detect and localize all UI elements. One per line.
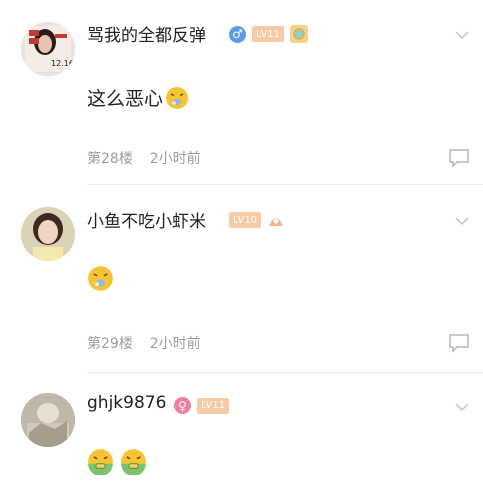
- reply-icon[interactable]: [448, 333, 470, 353]
- comment-meta: 第28楼 2小时前: [87, 148, 201, 168]
- sick-face-emoji: [88, 449, 113, 475]
- floor-number: 第29楼: [87, 336, 133, 352]
- comment-item: 12.16 骂我的全都反弹 ♂ LV11 这么恶心 第28楼 2小时前: [0, 0, 483, 185]
- username[interactable]: ghjk9876: [87, 393, 166, 413]
- level-badge: LV11: [197, 397, 230, 414]
- chevron-down-icon[interactable]: [453, 212, 471, 230]
- level-badge: LV11: [252, 26, 285, 42]
- avatar-image: [21, 207, 75, 261]
- comment-item: ghjk9876 ♀ LV11: [0, 373, 483, 501]
- avatar-image: [21, 393, 75, 447]
- reply-icon[interactable]: [448, 148, 470, 168]
- svg-text:12.16: 12.16: [51, 59, 74, 68]
- avatar[interactable]: [21, 207, 75, 261]
- vomit-face-emoji: [88, 266, 113, 291]
- chevron-down-icon[interactable]: [453, 398, 471, 416]
- comment-text: [87, 265, 114, 292]
- vomit-face-emoji: [166, 86, 189, 109]
- avatar-image: 12.16: [21, 22, 75, 76]
- comment-text-content: 这么恶心: [87, 88, 164, 110]
- comment-meta: 第29楼 2小时前: [87, 333, 201, 353]
- female-gender-icon: ♀: [174, 397, 191, 414]
- username[interactable]: 小鱼不吃小虾米: [87, 207, 206, 232]
- comment-item: 小鱼不吃小虾米 LV10 第29楼 2小时前: [0, 185, 483, 373]
- comment-text: [87, 448, 147, 475]
- sick-face-emoji: [121, 449, 146, 475]
- medal-badge-icon: [290, 25, 309, 43]
- avatar[interactable]: 12.16: [21, 22, 75, 76]
- floor-number: 第28楼: [87, 151, 133, 167]
- avatar[interactable]: [21, 393, 75, 447]
- medal-badge-icon: [267, 211, 285, 229]
- level-badge: LV10: [229, 212, 262, 228]
- username[interactable]: 骂我的全都反弹: [87, 21, 206, 46]
- chevron-down-icon[interactable]: [453, 26, 471, 44]
- comment-text: 这么恶心: [87, 84, 189, 111]
- timestamp: 2小时前: [149, 336, 201, 352]
- male-gender-icon: ♂: [229, 25, 246, 43]
- timestamp: 2小时前: [149, 151, 201, 167]
